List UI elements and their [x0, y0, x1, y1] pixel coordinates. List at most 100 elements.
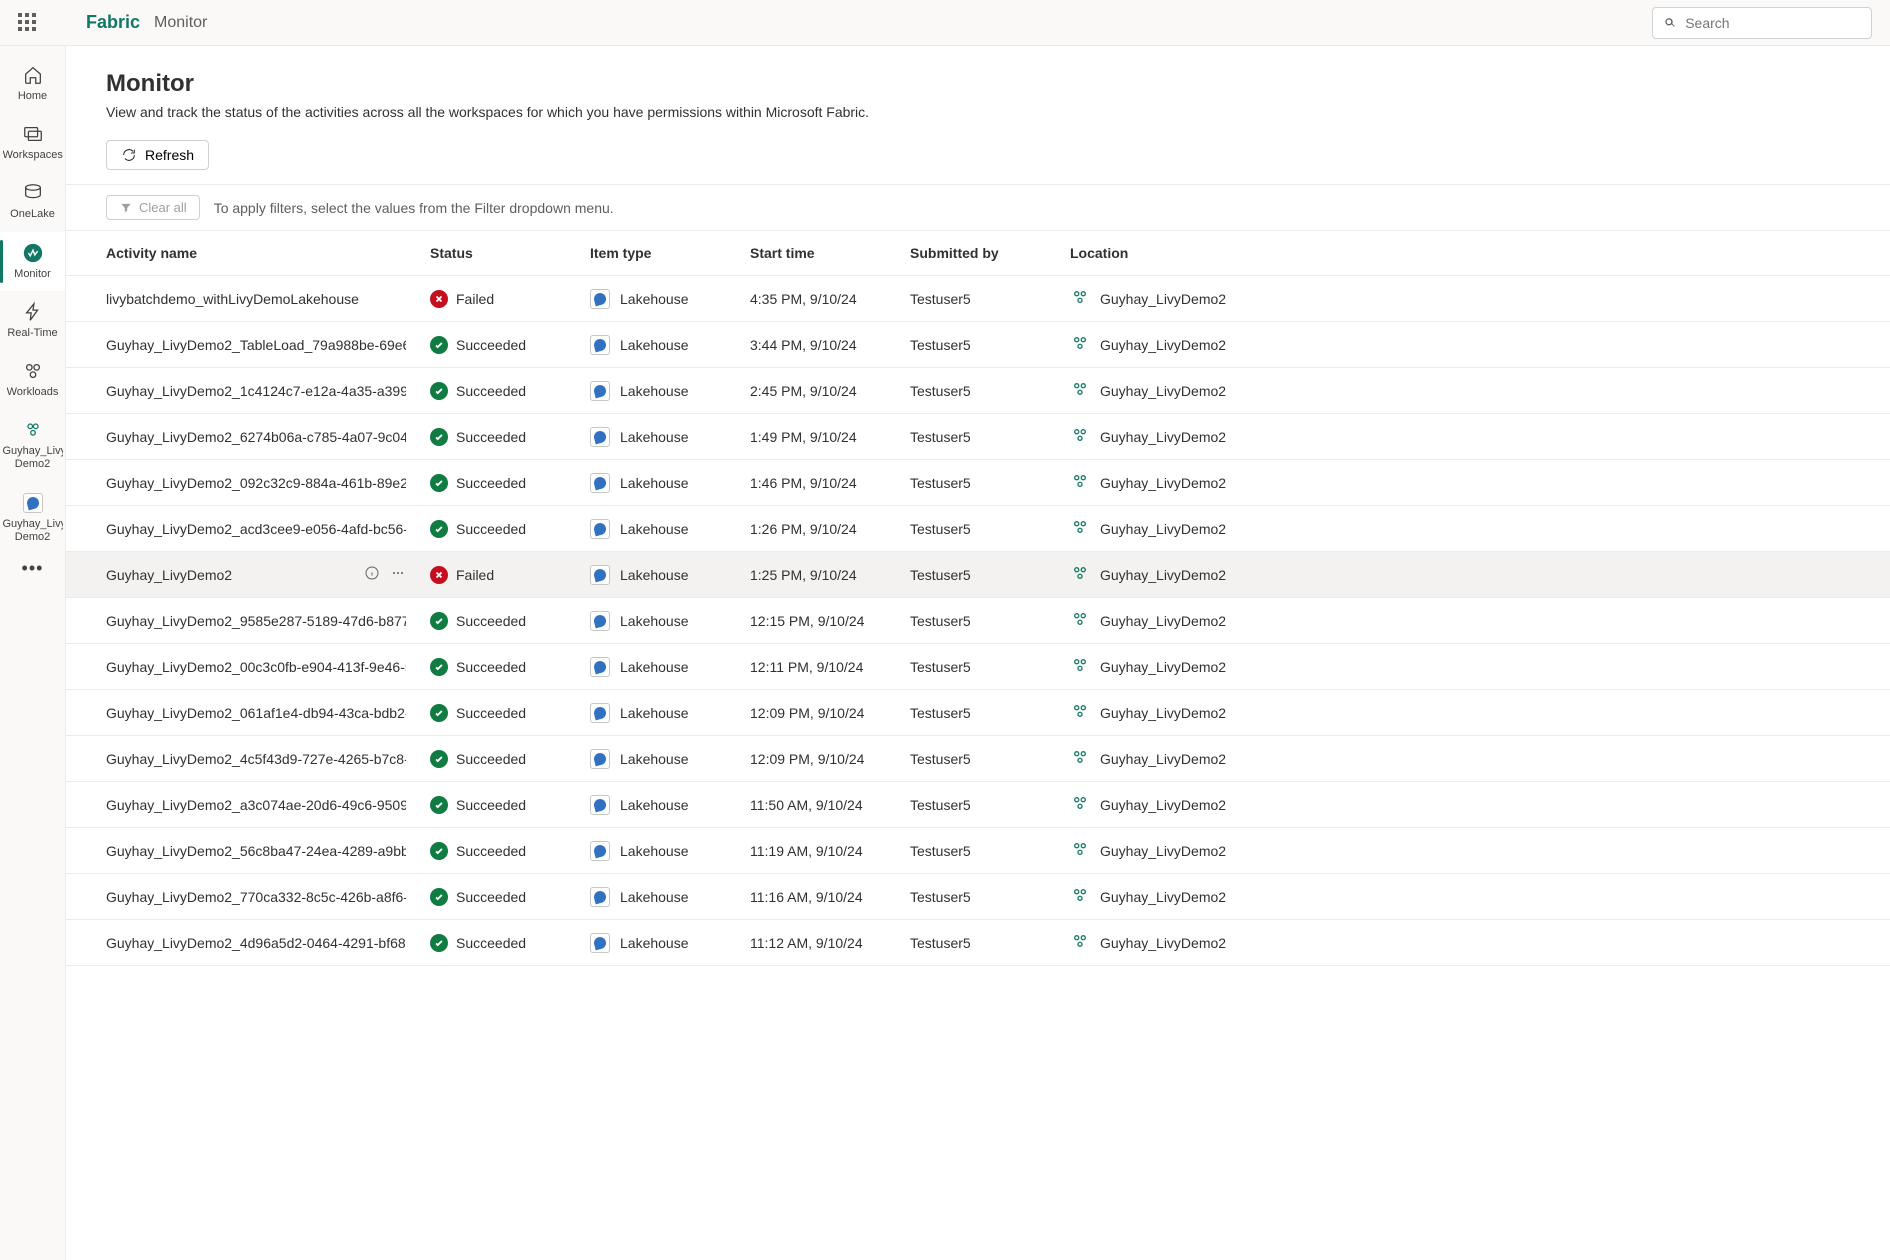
filter-hint: To apply filters, select the values from… [214, 200, 614, 216]
status-text: Succeeded [456, 659, 526, 675]
lakehouse-icon [590, 381, 610, 401]
nav-more-icon[interactable]: ••• [22, 558, 44, 579]
status-succeeded-icon [430, 520, 448, 538]
workspace-icon [1070, 426, 1090, 447]
nav-item-workloads[interactable]: Workloads [0, 350, 65, 409]
item-type-text: Lakehouse [620, 751, 689, 767]
home-icon [22, 64, 44, 86]
status-succeeded-icon [430, 658, 448, 676]
table-row[interactable]: Guyhay_LivyDemo2_4c5f43d9-727e-4265-b7c8… [66, 736, 1890, 782]
nav-label: Home [18, 90, 47, 103]
location-text: Guyhay_LivyDemo2 [1100, 475, 1226, 491]
workspace-icon [1070, 472, 1090, 493]
col-start-time[interactable]: Start time [738, 231, 898, 276]
col-submitted-by[interactable]: Submitted by [898, 231, 1058, 276]
workspace-icon [1070, 334, 1090, 355]
nav-item-monitor[interactable]: Monitor [0, 232, 65, 291]
clear-all-button[interactable]: Clear all [106, 195, 200, 220]
submitted-by: Testuser5 [910, 475, 971, 491]
lakehouse-icon [590, 887, 610, 907]
status-text: Succeeded [456, 843, 526, 859]
table-row[interactable]: Guyhay_LivyDemo2_4d96a5d2-0464-4291-bf68… [66, 920, 1890, 966]
table-row[interactable]: Guyhay_LivyDemo2_6274b06a-c785-4a07-9c04… [66, 414, 1890, 460]
start-time: 3:44 PM, 9/10/24 [750, 337, 857, 353]
nav-item-onelake[interactable]: OneLake [0, 172, 65, 231]
workspace-icon [1070, 518, 1090, 539]
app-launcher-icon[interactable] [18, 13, 38, 33]
table-row[interactable]: Guyhay_LivyDemo2_9585e287-5189-47d6-b877… [66, 598, 1890, 644]
item-type-text: Lakehouse [620, 383, 689, 399]
table-row[interactable]: Guyhay_LivyDemo2_acd3cee9-e056-4afd-bc56… [66, 506, 1890, 552]
nav-label: Guyhay_Livy Demo2 [3, 445, 63, 471]
table-row[interactable]: Guyhay_LivyDemo2FailedLakehouse1:25 PM, … [66, 552, 1890, 598]
col-activity-name[interactable]: Activity name [66, 231, 418, 276]
item-type-text: Lakehouse [620, 659, 689, 675]
status-failed-icon [430, 290, 448, 308]
location-text: Guyhay_LivyDemo2 [1100, 659, 1226, 675]
workspace-icon [1070, 840, 1090, 861]
submitted-by: Testuser5 [910, 705, 971, 721]
workspace-icon [1070, 932, 1090, 953]
start-time: 11:16 AM, 9/10/24 [750, 889, 863, 905]
clear-all-label: Clear all [139, 200, 187, 215]
location-text: Guyhay_LivyDemo2 [1100, 613, 1226, 629]
filter-bar: Clear all To apply filters, select the v… [66, 184, 1890, 231]
item-type-text: Lakehouse [620, 429, 689, 445]
refresh-label: Refresh [145, 147, 194, 163]
location-text: Guyhay_LivyDemo2 [1100, 797, 1226, 813]
nav-item-realtime[interactable]: Real-Time [0, 291, 65, 350]
table-row[interactable]: Guyhay_LivyDemo2_00c3c0fb-e904-413f-9e46… [66, 644, 1890, 690]
lakehouse-icon [590, 519, 610, 539]
nav-item-lh-livy[interactable]: Guyhay_Livy Demo2 [0, 482, 65, 554]
search-input[interactable] [1685, 15, 1861, 31]
start-time: 1:49 PM, 9/10/24 [750, 429, 857, 445]
activity-name: Guyhay_LivyDemo2_00c3c0fb-e904-413f-9e46… [106, 659, 406, 675]
lakehouse-icon [590, 933, 610, 953]
location-text: Guyhay_LivyDemo2 [1100, 935, 1226, 951]
nav-label: Real-Time [7, 327, 57, 340]
more-icon[interactable] [390, 565, 406, 584]
table-row[interactable]: Guyhay_LivyDemo2_56c8ba47-24ea-4289-a9bb… [66, 828, 1890, 874]
workspace-icon [1070, 748, 1090, 769]
activity-name: Guyhay_LivyDemo2_061af1e4-db94-43ca-bdb2… [106, 705, 406, 721]
table-row[interactable]: Guyhay_LivyDemo2_1c4124c7-e12a-4a35-a399… [66, 368, 1890, 414]
table-row[interactable]: Guyhay_LivyDemo2_a3c074ae-20d6-49c6-9509… [66, 782, 1890, 828]
info-icon[interactable] [364, 565, 380, 584]
status-text: Succeeded [456, 383, 526, 399]
item-type-text: Lakehouse [620, 935, 689, 951]
nav-item-home[interactable]: Home [0, 54, 65, 113]
item-type-text: Lakehouse [620, 291, 689, 307]
location-text: Guyhay_LivyDemo2 [1100, 337, 1226, 353]
main-content: Monitor View and track the status of the… [66, 46, 1890, 1260]
nav-item-ws-livy[interactable]: Guyhay_Livy Demo2 [0, 409, 65, 481]
global-search[interactable] [1652, 7, 1872, 39]
table-row[interactable]: Guyhay_LivyDemo2_092c32c9-884a-461b-89e2… [66, 460, 1890, 506]
table-row[interactable]: Guyhay_LivyDemo2_061af1e4-db94-43ca-bdb2… [66, 690, 1890, 736]
workspace-icon [1070, 794, 1090, 815]
location-text: Guyhay_LivyDemo2 [1100, 889, 1226, 905]
page-description: View and track the status of the activit… [106, 104, 1850, 120]
left-nav: Home WorkspacesOneLakeMonitor Real-Time Wor… [0, 46, 66, 1260]
col-item-type[interactable]: Item type [578, 231, 738, 276]
submitted-by: Testuser5 [910, 751, 971, 767]
nav-item-workspaces[interactable]: Workspaces [0, 113, 65, 172]
lakehouse-icon [590, 795, 610, 815]
activity-name: Guyhay_LivyDemo2 [106, 567, 232, 583]
brand-name[interactable]: Fabric [86, 12, 140, 33]
workspace-icon [1070, 288, 1090, 309]
status-succeeded-icon [430, 474, 448, 492]
table-row[interactable]: Guyhay_LivyDemo2_770ca332-8c5c-426b-a8f6… [66, 874, 1890, 920]
col-status[interactable]: Status [418, 231, 578, 276]
lakehouse-icon [590, 335, 610, 355]
breadcrumb-current: Monitor [154, 14, 207, 32]
table-row[interactable]: Guyhay_LivyDemo2_TableLoad_79a988be-69e6… [66, 322, 1890, 368]
table-row[interactable]: livybatchdemo_withLivyDemoLakehouseFaile… [66, 276, 1890, 322]
item-type-text: Lakehouse [620, 475, 689, 491]
activity-name: Guyhay_LivyDemo2_1c4124c7-e12a-4a35-a399… [106, 383, 406, 399]
workspace-icon [1070, 656, 1090, 677]
table-header-row: Activity name Status Item type Start tim… [66, 231, 1890, 276]
col-location[interactable]: Location [1058, 231, 1890, 276]
submitted-by: Testuser5 [910, 659, 971, 675]
refresh-button[interactable]: Refresh [106, 140, 209, 170]
start-time: 12:09 PM, 9/10/24 [750, 705, 864, 721]
